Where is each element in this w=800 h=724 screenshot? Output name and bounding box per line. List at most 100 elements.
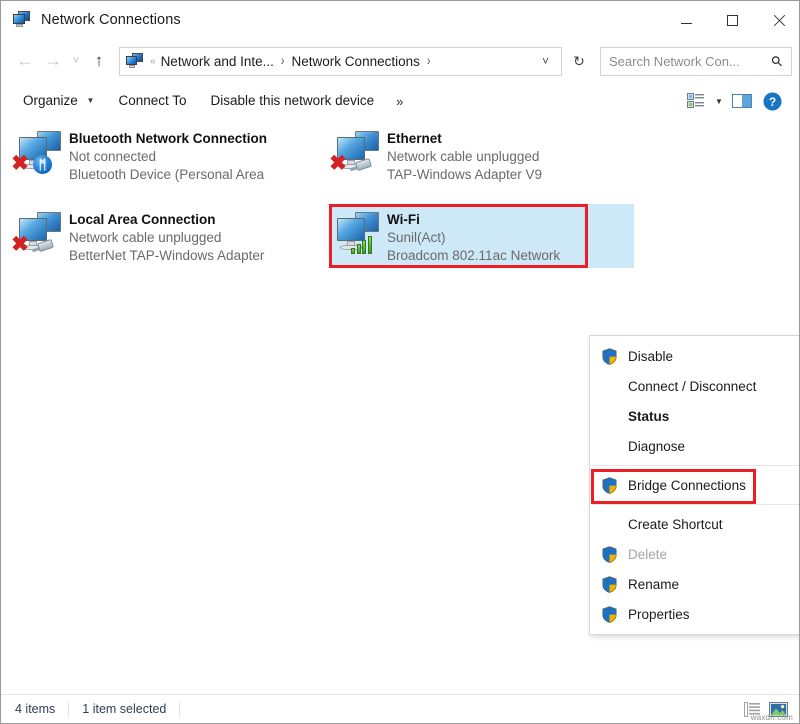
- selection-label: 1 item selected: [82, 702, 166, 716]
- bluetooth-adapter-icon: ✖ ᛗ: [11, 127, 69, 183]
- menu-item-properties[interactable]: Properties: [590, 599, 800, 629]
- close-button[interactable]: [755, 1, 800, 39]
- watermark-label: waxdn.com: [751, 713, 793, 722]
- search-placeholder: Search Network Con...: [609, 54, 772, 69]
- status-divider: [68, 702, 69, 717]
- network-connections-window: Network Connections ← → ˅ ↑ « Networ: [0, 0, 800, 724]
- disabled-x-icon: ✖: [11, 155, 29, 173]
- menu-item-status[interactable]: Status: [590, 401, 800, 431]
- breadcrumb-chevron-icon-0[interactable]: ›: [281, 54, 285, 69]
- connection-status: Network cable unplugged: [387, 148, 542, 166]
- menu-item-label: Connect / Disconnect: [628, 379, 756, 394]
- menu-item-label: Disable: [628, 349, 673, 364]
- shield-icon: [590, 606, 628, 623]
- connections-list: ✖ ᛗ Bluetooth Network Connection Not con…: [1, 119, 800, 697]
- recent-locations-chevron-icon[interactable]: ˅: [67, 47, 85, 75]
- connection-name: Ethernet: [387, 130, 542, 148]
- command-bar: Organize ▼ Connect To Disable this netwo…: [1, 83, 800, 120]
- refresh-icon[interactable]: ↻: [562, 53, 596, 70]
- shield-icon: [590, 546, 628, 563]
- menu-separator: [592, 465, 800, 466]
- connection-device: Bluetooth Device (Personal Area ...: [69, 166, 269, 184]
- forward-arrow-icon[interactable]: →: [39, 47, 67, 75]
- search-input[interactable]: Search Network Con... ⚲: [600, 47, 792, 76]
- status-divider: [179, 702, 180, 717]
- more-commands-button[interactable]: »: [386, 94, 413, 109]
- help-button[interactable]: ?: [757, 88, 787, 114]
- connect-to-button[interactable]: Connect To: [106, 88, 198, 114]
- menu-item-label: Diagnose: [628, 439, 685, 454]
- menu-item-create-shortcut[interactable]: Create Shortcut: [590, 509, 800, 539]
- local-area-adapter-icon: ✖: [11, 208, 69, 264]
- menu-item-label: Properties: [628, 607, 690, 622]
- menu-item-rename[interactable]: Rename: [590, 569, 800, 599]
- close-icon: [772, 14, 785, 27]
- menu-item-delete: Delete: [590, 539, 800, 569]
- connection-item-ethernet[interactable]: ✖ Ethernet Network cable unplugged TAP-W…: [329, 123, 587, 187]
- window-title: Network Connections: [41, 12, 181, 28]
- status-bar: 4 items 1 item selected waxdn.com: [1, 694, 800, 723]
- breadcrumb-item-network-connections[interactable]: Network Connections: [292, 54, 420, 69]
- connection-item-local-area-connection[interactable]: ✖ Local Area Connection Network cable un…: [11, 204, 269, 268]
- menu-item-label: Create Shortcut: [628, 517, 723, 532]
- minimize-button[interactable]: [663, 1, 709, 39]
- menu-item-bridge-connections[interactable]: Bridge Connections: [590, 470, 800, 500]
- disabled-x-icon: ✖: [11, 236, 29, 254]
- chevron-down-icon[interactable]: ˅: [534, 54, 561, 68]
- preview-pane-icon: [732, 93, 752, 109]
- breadcrumb[interactable]: « Network and Inte... › Network Connecti…: [119, 47, 562, 76]
- connection-device: Broadcom 802.11ac Network: [387, 247, 560, 265]
- disable-this-network-device-button[interactable]: Disable this network device: [199, 88, 387, 114]
- change-view-icon: [687, 93, 705, 109]
- address-bar: ← → ˅ ↑ « Network and Inte... › Network …: [1, 39, 800, 83]
- breadcrumb-overflow-icon[interactable]: «: [150, 56, 156, 67]
- breadcrumb-item-network-and-internet[interactable]: Network and Inte...: [161, 54, 274, 69]
- help-icon: ?: [763, 92, 782, 111]
- connection-status: Sunil(Act): [387, 229, 560, 247]
- bluetooth-badge-icon: ᛗ: [33, 155, 52, 174]
- connection-name: Local Area Connection: [69, 211, 269, 229]
- connection-name: Wi-Fi: [387, 211, 560, 229]
- menu-item-label: Rename: [628, 577, 679, 592]
- menu-separator: [592, 504, 800, 505]
- caption-button-group: [663, 1, 800, 39]
- shield-icon: [590, 348, 628, 365]
- context-menu: Disable Connect / Disconnect Status Diag…: [589, 335, 800, 635]
- unplugged-cable-icon: [350, 158, 376, 172]
- change-view-button[interactable]: [681, 88, 711, 114]
- minimize-icon: [681, 23, 692, 24]
- view-options-chevron-icon[interactable]: ▼: [711, 97, 727, 106]
- control-panel-icon: [126, 53, 144, 69]
- menu-item-label: Delete: [628, 547, 667, 562]
- maximize-icon: [727, 15, 738, 26]
- connection-name: Bluetooth Network Connection: [69, 130, 269, 148]
- disabled-x-icon: ✖: [329, 155, 347, 173]
- svg-text:?: ?: [768, 95, 775, 109]
- organize-label: Organize: [23, 93, 78, 108]
- shield-icon: [590, 576, 628, 593]
- ethernet-adapter-icon: ✖: [329, 127, 387, 183]
- wifi-adapter-icon: [329, 208, 387, 264]
- up-arrow-icon[interactable]: ↑: [85, 47, 113, 75]
- menu-item-label: Bridge Connections: [628, 478, 746, 493]
- chevron-down-icon: ▼: [87, 96, 95, 105]
- network-connections-icon: [13, 11, 31, 29]
- connection-device: TAP-Windows Adapter V9: [387, 166, 542, 184]
- preview-pane-button[interactable]: [727, 88, 757, 114]
- connection-device: BetterNet TAP-Windows Adapter ...: [69, 247, 269, 265]
- item-count-label: 4 items: [15, 702, 55, 716]
- menu-item-disable[interactable]: Disable: [590, 341, 800, 371]
- connection-item-wifi[interactable]: Wi-Fi Sunil(Act) Broadcom 802.11ac Netwo…: [329, 204, 634, 268]
- connection-status: Network cable unplugged: [69, 229, 269, 247]
- breadcrumb-chevron-icon-1[interactable]: ›: [427, 54, 431, 69]
- back-arrow-icon[interactable]: ←: [11, 47, 39, 75]
- menu-item-diagnose[interactable]: Diagnose: [590, 431, 800, 461]
- organize-button[interactable]: Organize ▼: [11, 88, 106, 114]
- menu-item-label: Status: [628, 409, 669, 424]
- connection-item-bluetooth[interactable]: ✖ ᛗ Bluetooth Network Connection Not con…: [11, 123, 269, 187]
- maximize-button[interactable]: [709, 1, 755, 39]
- wifi-signal-bars-icon: [351, 234, 377, 254]
- menu-item-connect-disconnect[interactable]: Connect / Disconnect: [590, 371, 800, 401]
- connection-status: Not connected: [69, 148, 269, 166]
- title-bar: Network Connections: [1, 1, 800, 39]
